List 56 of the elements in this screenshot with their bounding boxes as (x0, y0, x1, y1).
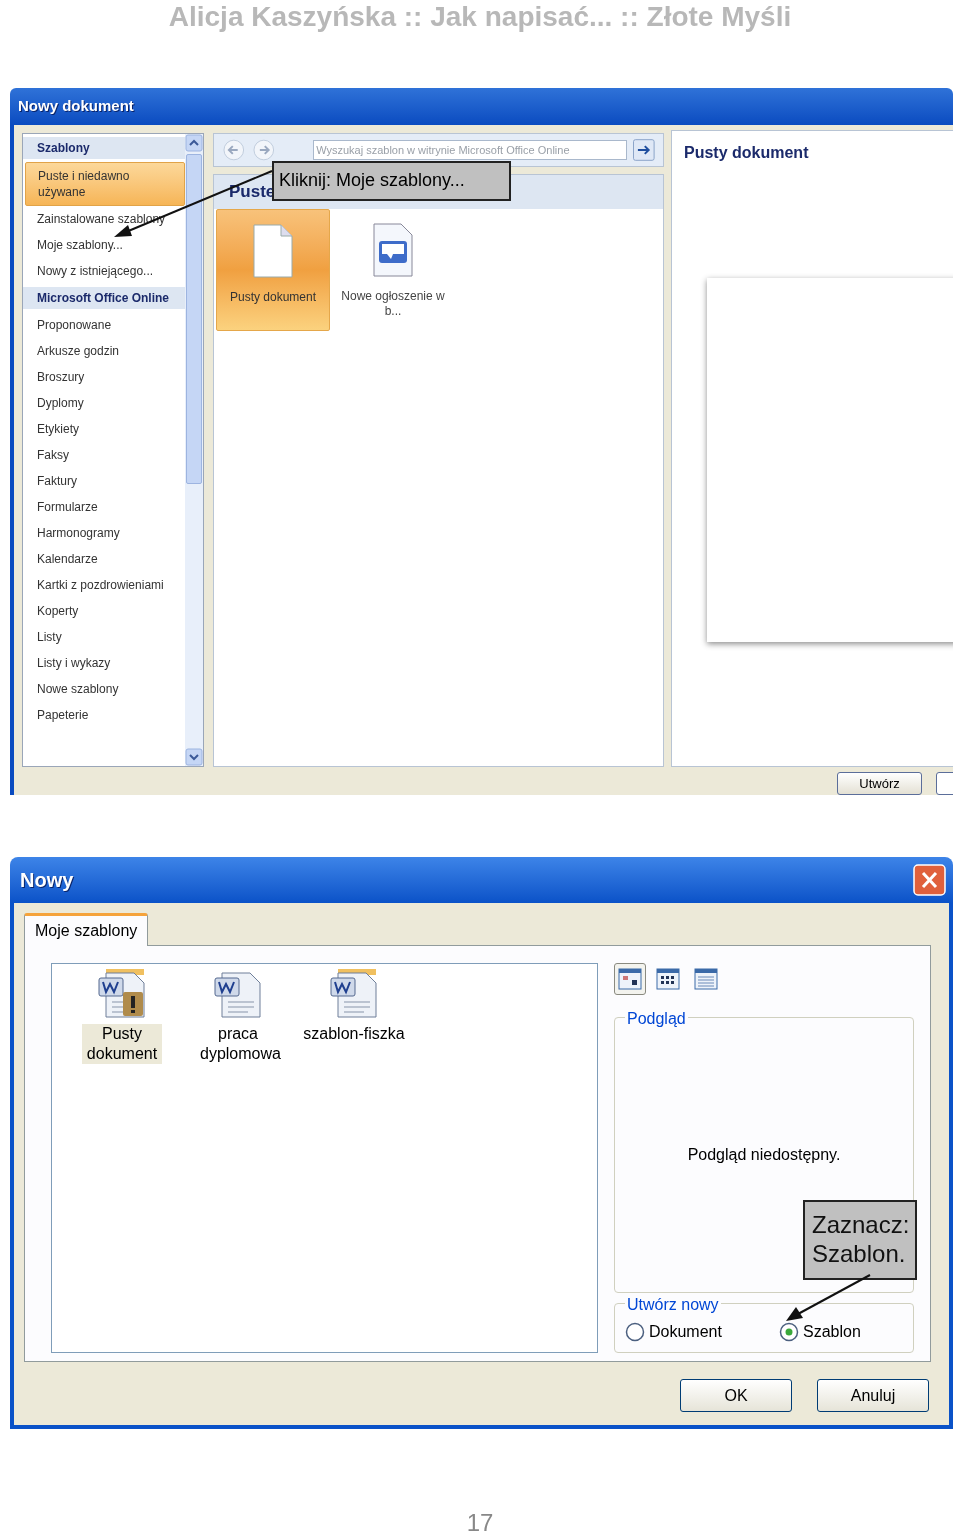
sidebar-item[interactable]: Puste i niedawno używane (25, 162, 185, 206)
template-item[interactable]: Pusty dokument (216, 209, 330, 331)
sidebar-item[interactable]: Kartki z pozdrowieniami (23, 572, 183, 598)
sidebar-item[interactable]: Harmonogramy (23, 520, 183, 546)
sidebar-item[interactable]: Listy (23, 624, 183, 650)
page-number: 17 (466, 1509, 494, 1537)
template-label: Nowe ogłoszenie w b... (340, 289, 446, 319)
sidebar-item[interactable]: Formularze (23, 494, 183, 520)
sidebar-item[interactable]: Papeterie (23, 702, 183, 728)
sidebar-item[interactable]: Moje szablony... (23, 232, 183, 258)
document-speech-icon (373, 223, 413, 277)
sidebar-item[interactable]: Etykiety (23, 416, 183, 442)
window-title: Nowy dokument (18, 96, 134, 117)
sidebar-item[interactable]: Faktury (23, 468, 183, 494)
preview-message: Podgląd niedostępny. (687, 1145, 841, 1165)
radio-button[interactable] (779, 1322, 799, 1342)
button[interactable]: Anuluj (817, 1379, 929, 1412)
radio-button[interactable] (625, 1322, 645, 1342)
window-title: Nowy (20, 868, 74, 893)
sidebar-item[interactable]: Faksy (23, 442, 183, 468)
sidebar-header: Szablony (23, 137, 185, 159)
sidebar-item[interactable]: Nowe szablony (23, 676, 183, 702)
file-label[interactable]: szablon-fiszka (301, 1024, 407, 1044)
page-header: Alicja Kaszyńska :: Jak napisać... :: Złote Myśli (168, 0, 792, 34)
sidebar-item[interactable]: Nowy z istniejącego... (23, 258, 183, 284)
scroll-down-icon[interactable] (185, 748, 203, 766)
word-document-icon (330, 968, 378, 1018)
callout: Kliknij: Moje szablony... (272, 161, 511, 201)
sidebar-item[interactable]: Dyplomy (23, 390, 183, 416)
button[interactable]: OK (680, 1379, 792, 1412)
radio-label[interactable]: Szablon (803, 1320, 861, 1344)
sidebar-item[interactable]: Broszury (23, 364, 183, 390)
button[interactable] (936, 772, 953, 795)
search-field[interactable]: Wyszukaj szablon w witrynie Microsoft Office Online (313, 140, 628, 160)
sidebar-header: Microsoft Office Online (23, 287, 185, 309)
template-label: Pusty dokument (228, 290, 317, 305)
scrollbar[interactable] (185, 134, 203, 766)
word-document-icon (98, 968, 146, 1018)
sidebar-item[interactable]: Proponowane (23, 312, 183, 338)
blank-page-icon (253, 224, 293, 278)
radio-label[interactable]: Dokument (649, 1320, 722, 1344)
view-button[interactable] (614, 963, 646, 995)
search-go-icon[interactable] (633, 139, 655, 161)
file-label[interactable]: Pusty dokument (82, 1024, 162, 1064)
scrollbar-thumb[interactable] (186, 154, 202, 484)
scroll-up-icon[interactable] (185, 134, 203, 152)
tab[interactable]: Moje szablony (24, 913, 149, 946)
preview-title: Pusty dokument (684, 143, 810, 163)
sidebar-item[interactable]: Listy i wykazy (23, 650, 183, 676)
template-item[interactable]: Nowe ogłoszenie w b... (336, 209, 450, 331)
button[interactable]: Utwórz (837, 772, 922, 795)
callout: Zaznacz: Szablon. (803, 1200, 917, 1280)
sidebar-item[interactable]: Arkusze godzin (23, 338, 183, 364)
close-icon[interactable] (913, 864, 946, 896)
sidebar-item[interactable]: Koperty (23, 598, 183, 624)
sidebar-item[interactable]: Kalendarze (23, 546, 183, 572)
